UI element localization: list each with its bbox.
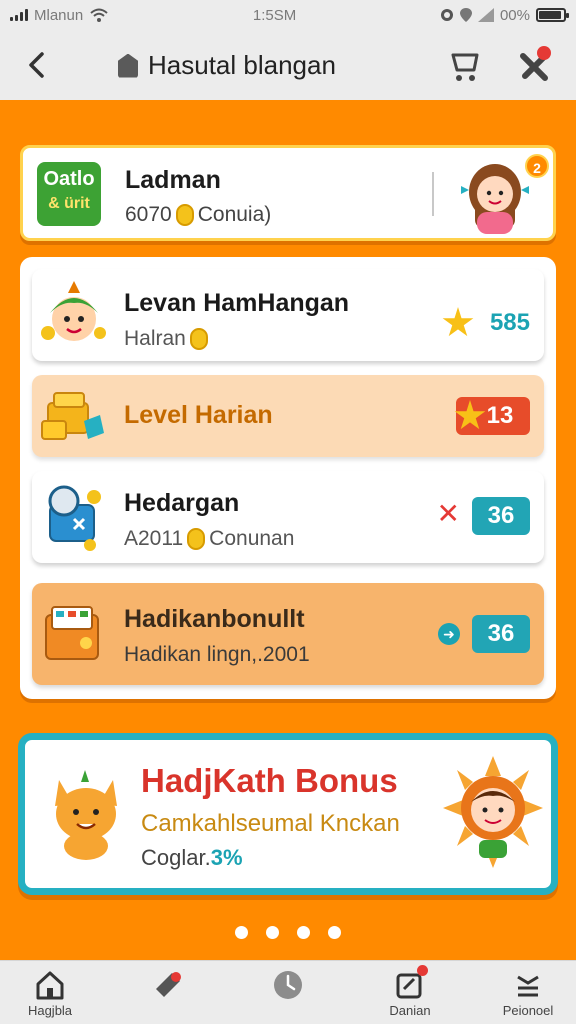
page-indicator[interactable] bbox=[0, 926, 576, 939]
page-dot[interactable] bbox=[297, 926, 310, 939]
row-subtitle: Halran bbox=[124, 327, 212, 351]
coin-icon bbox=[189, 328, 208, 351]
app-logo: Oatlo & ürit bbox=[37, 162, 101, 226]
row-title: Hadikanbonullt bbox=[124, 605, 305, 633]
robot-icon bbox=[48, 485, 101, 551]
bonus-progress-value: 3% bbox=[210, 845, 243, 870]
tab-notes[interactable]: Danian bbox=[360, 965, 460, 1024]
list-item[interactable]: Hadikanbonullt Hadikan lingn,.2001 ➜ 36 bbox=[32, 583, 544, 685]
cart-icon bbox=[451, 53, 479, 81]
coin-label: Conuia) bbox=[197, 203, 272, 226]
note-icon bbox=[394, 965, 428, 1001]
card-divider bbox=[432, 172, 434, 216]
logo-line1: Oatlo bbox=[43, 168, 95, 190]
home-icon bbox=[34, 969, 66, 1001]
cell-signal-icon bbox=[477, 8, 494, 22]
status-time: 1:5SM bbox=[252, 6, 297, 24]
status-left: Mlanun bbox=[10, 7, 109, 24]
row-title: Hedargan bbox=[124, 489, 240, 517]
row-value-badge: 36 bbox=[472, 497, 530, 535]
fox-mascot-icon bbox=[55, 770, 117, 860]
row-subtitle-label: Conunan bbox=[209, 527, 295, 550]
signal-icon bbox=[10, 9, 28, 21]
bottom-tab-bar: Hagjbla Danian Peionoel bbox=[0, 960, 576, 1024]
arrow-icon[interactable]: ➜ bbox=[438, 623, 460, 645]
bonus-subtitle: Camkahlseumal Knckan bbox=[141, 810, 400, 837]
treasure-icon bbox=[41, 392, 104, 440]
row-title: Level Harian bbox=[124, 401, 273, 429]
profile-name: Ladman bbox=[125, 166, 221, 194]
cart-button[interactable] bbox=[450, 50, 482, 84]
tab-home[interactable]: Hagjbla bbox=[0, 969, 100, 1024]
row-value-badge: 36 bbox=[472, 615, 530, 653]
alarm-icon bbox=[440, 9, 453, 21]
mascot-icon bbox=[41, 281, 106, 341]
page-dot[interactable] bbox=[328, 926, 341, 939]
coin-amount: 6070 bbox=[125, 203, 172, 226]
row-title: Levan HamHangan bbox=[124, 289, 350, 317]
profile-coins: 6070 Conuia) bbox=[125, 203, 271, 227]
bonus-banner[interactable]: HadjKath Bonus Camkahlseumal Knckan Cogl… bbox=[18, 733, 558, 895]
notification-badge bbox=[537, 46, 551, 60]
list-item[interactable]: Hedargan A2011 Conunan ✕ 36 bbox=[32, 471, 544, 563]
coin-icon bbox=[187, 528, 206, 551]
row-subtitle: A2011 Conunan bbox=[124, 527, 294, 551]
status-bar: Mlanun 1:5SM 00% bbox=[0, 0, 576, 30]
menu-icon bbox=[512, 969, 544, 1001]
tag-icon bbox=[118, 53, 138, 78]
tab-clock[interactable] bbox=[238, 969, 338, 1024]
row-subtitle-text: Halran bbox=[124, 327, 186, 350]
battery-icon bbox=[536, 8, 569, 22]
row-value: 585 bbox=[489, 309, 530, 336]
profile-card[interactable]: Oatlo & ürit Ladman 6070 Conuia) 2 bbox=[20, 145, 556, 241]
quest-list: Levan HamHangan Halran 585 Level Harian … bbox=[20, 257, 556, 699]
status-right: 00% bbox=[440, 6, 569, 24]
bonus-progress: Coglar.3% bbox=[141, 845, 243, 871]
row-value: 36 bbox=[487, 502, 515, 529]
tab-label: Danian bbox=[389, 1003, 431, 1018]
star-icon bbox=[442, 307, 474, 337]
wallet-icon bbox=[45, 606, 99, 660]
row-value: 13 bbox=[486, 402, 514, 429]
page-title: Hasutal blangan bbox=[118, 50, 336, 81]
avatar-badge: 2 bbox=[525, 154, 549, 178]
bonus-progress-label: Coglar. bbox=[141, 845, 211, 870]
tab-label: Hagjbla bbox=[27, 1003, 73, 1018]
battery-fill bbox=[539, 11, 561, 19]
tab-flashlight[interactable] bbox=[118, 969, 218, 1024]
row-subtitle-amount: A2011 bbox=[124, 527, 184, 550]
carrier-label: Mlanun bbox=[34, 6, 84, 24]
location-icon bbox=[459, 8, 472, 22]
page-dot[interactable] bbox=[266, 926, 279, 939]
wifi-icon bbox=[90, 8, 108, 22]
tools-button[interactable] bbox=[515, 46, 555, 86]
flashlight-icon bbox=[152, 969, 184, 1001]
sun-kid-icon bbox=[443, 756, 543, 868]
list-item[interactable]: Level Harian 13 bbox=[32, 375, 544, 457]
logo-line2: & ürit bbox=[48, 195, 90, 212]
clock-icon bbox=[272, 969, 304, 1001]
page-title-text: Hasutal blangan bbox=[148, 50, 336, 80]
battery-percent: 00% bbox=[499, 6, 530, 24]
tab-label: Peionoel bbox=[502, 1003, 554, 1018]
page-dot[interactable] bbox=[235, 926, 248, 939]
row-subtitle: Hadikan lingn,.2001 bbox=[124, 643, 310, 666]
bonus-title: HadjKath Bonus bbox=[141, 762, 398, 799]
coin-icon bbox=[175, 204, 194, 227]
back-arrow-icon[interactable] bbox=[22, 48, 52, 82]
row-value: 36 bbox=[487, 620, 515, 647]
tab-menu[interactable]: Peionoel bbox=[478, 969, 576, 1024]
nav-bar: Hasutal blangan bbox=[0, 30, 576, 100]
list-item[interactable]: Levan HamHangan Halran 585 bbox=[32, 269, 544, 361]
avatar[interactable] bbox=[455, 156, 535, 236]
close-icon[interactable]: ✕ bbox=[437, 497, 460, 530]
notification-badge bbox=[417, 965, 428, 976]
